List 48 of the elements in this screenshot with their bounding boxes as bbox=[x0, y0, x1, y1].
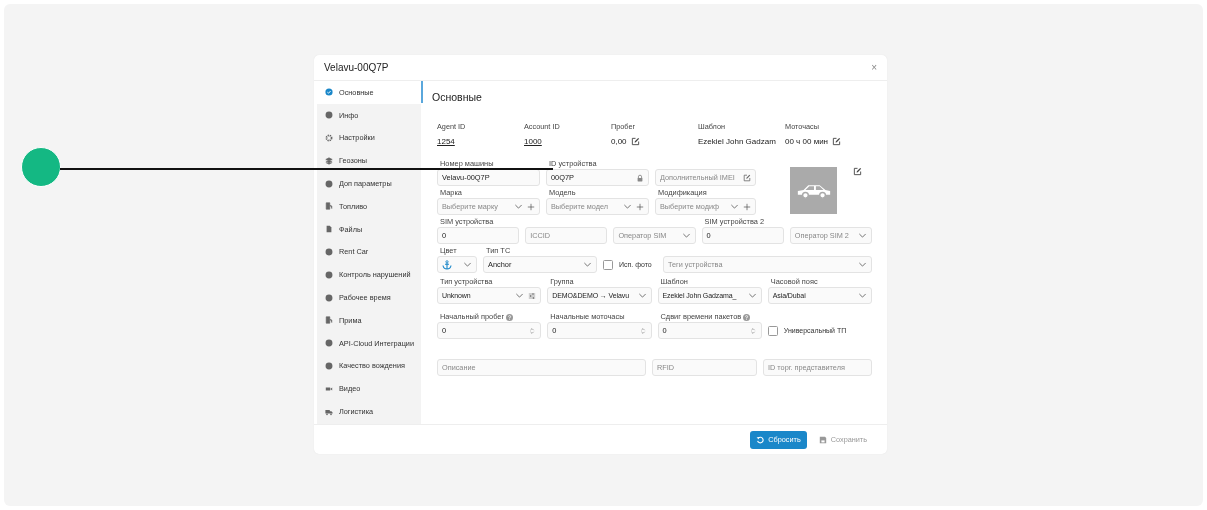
marker-dot bbox=[21, 147, 61, 187]
caret-icon bbox=[515, 291, 525, 300]
undo-icon bbox=[756, 435, 765, 444]
plus-icon[interactable] bbox=[743, 202, 751, 211]
checkbox[interactable] bbox=[603, 259, 613, 270]
layers-icon bbox=[325, 156, 333, 165]
caret-icon bbox=[858, 260, 867, 269]
fuel-pump-icon bbox=[325, 202, 333, 211]
edit-icon[interactable] bbox=[853, 167, 862, 176]
edit-icon bbox=[743, 173, 751, 182]
caret-icon bbox=[514, 202, 523, 211]
spinner-icon bbox=[748, 326, 757, 335]
caret-icon bbox=[463, 260, 472, 269]
plus-icon[interactable] bbox=[527, 202, 535, 211]
section-title: Основные bbox=[432, 90, 483, 105]
file-icon bbox=[325, 225, 333, 234]
color-select[interactable] bbox=[437, 256, 477, 273]
gear-icon bbox=[325, 134, 333, 142]
spinner-icon bbox=[638, 326, 647, 335]
caret-icon bbox=[858, 231, 867, 240]
fuel-pump-icon bbox=[325, 316, 333, 325]
checkbox[interactable] bbox=[767, 325, 778, 336]
edit-icon[interactable] bbox=[630, 137, 640, 146]
summary-value: 00 ч 00 мин bbox=[785, 137, 829, 146]
summary-value: Ezekiel John Gadzam bbox=[698, 137, 776, 146]
caret-icon bbox=[747, 291, 757, 300]
close-button[interactable]: × bbox=[869, 62, 879, 73]
caret-icon bbox=[730, 202, 739, 211]
summary-link[interactable]: 1000 bbox=[524, 137, 542, 146]
caret-icon bbox=[637, 291, 647, 300]
caret-icon bbox=[623, 202, 632, 211]
sliders-icon[interactable] bbox=[528, 291, 537, 300]
caret-icon bbox=[858, 291, 867, 300]
lock-icon bbox=[636, 173, 644, 182]
summary-link[interactable]: 1254 bbox=[437, 137, 455, 146]
anchor-icon bbox=[442, 259, 452, 270]
window-title: Velavu-00Q7P bbox=[324, 62, 389, 73]
truck-icon bbox=[325, 407, 333, 416]
summary-value: 0,00 bbox=[611, 137, 627, 146]
help-icon[interactable] bbox=[506, 313, 514, 321]
edit-icon[interactable] bbox=[832, 137, 842, 146]
help-icon[interactable] bbox=[743, 313, 751, 321]
video-camera-icon bbox=[325, 384, 333, 393]
check-circle-icon bbox=[325, 88, 333, 97]
caret-icon bbox=[681, 231, 691, 240]
spinner-icon bbox=[528, 326, 537, 335]
plus-icon[interactable] bbox=[636, 202, 644, 211]
caret-icon bbox=[583, 260, 592, 269]
